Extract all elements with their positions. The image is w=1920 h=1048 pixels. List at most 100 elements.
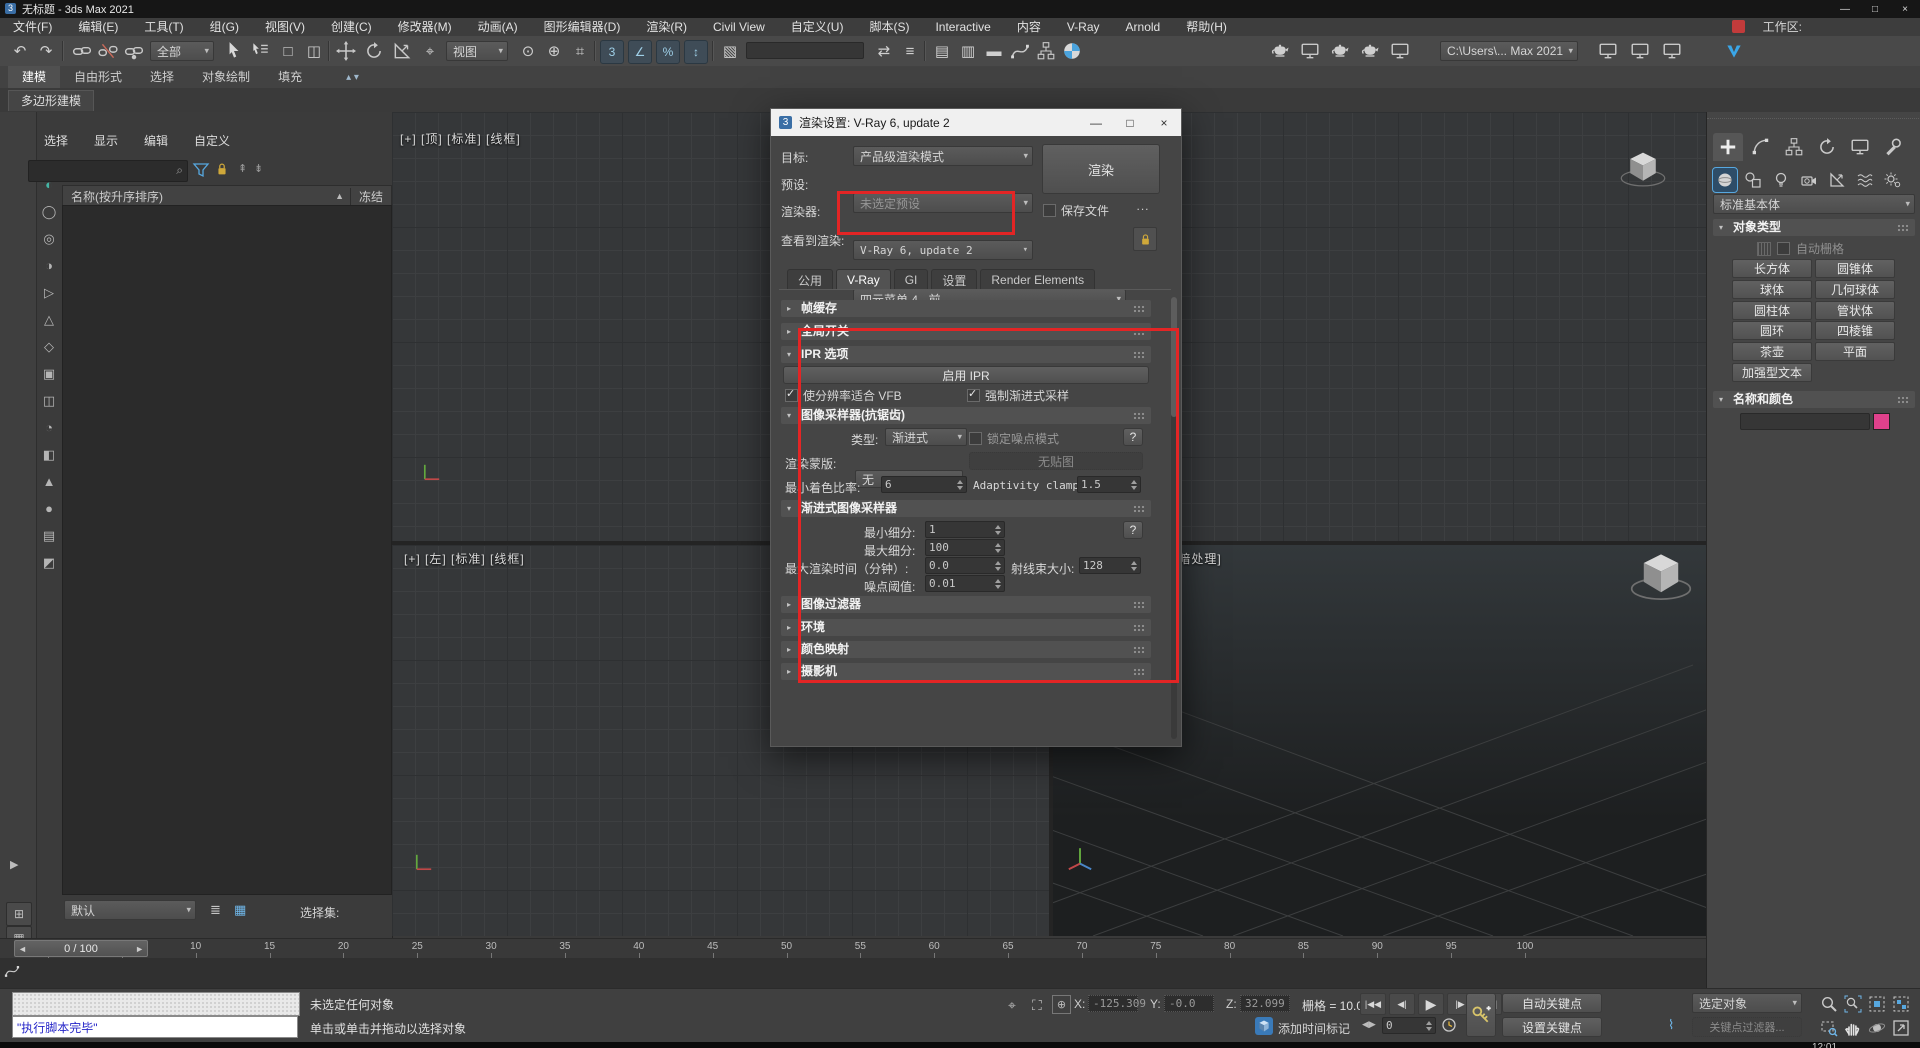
object-button-管状体[interactable]: 管状体 [1815,301,1895,320]
ray-bundle-field[interactable]: 128 [1079,557,1141,574]
maximize-button[interactable]: □ [1860,0,1890,18]
set-key-button[interactable]: 设置关键点 [1502,1017,1602,1037]
select-move-icon[interactable] [334,39,358,63]
select-rotate-icon[interactable] [362,39,386,63]
render-setup-dialog[interactable]: 3 渲染设置: V-Ray 6, update 2 —□× 目标: 产品级渲染模… [770,108,1182,747]
category-geometry[interactable] [1713,168,1737,192]
category-helpers[interactable] [1825,168,1849,192]
ribbon-tab-建模[interactable]: 建模 [8,66,60,88]
go-to-start-button[interactable]: |◀◀ [1360,993,1386,1015]
select-place-icon[interactable]: ⌖ [418,39,442,63]
explorer-find-icon[interactable]: ◐ [36,172,62,197]
undo-icon[interactable]: ↶ [8,39,32,63]
play-button[interactable]: ▶ [1418,993,1444,1015]
camera-rollout[interactable]: 摄影机 [781,663,1151,680]
key-mode-toggle-icon[interactable]: ◀▶ [1362,1019,1376,1030]
pan-icon[interactable] [1842,1017,1864,1039]
sampler-help-button[interactable]: ? [1123,428,1143,446]
select-scale-icon[interactable] [390,39,414,63]
maximize-viewport-icon[interactable] [1890,1017,1912,1039]
object-name-field[interactable] [1740,413,1870,430]
object-button-几何球体[interactable]: 几何球体 [1815,280,1895,299]
zoom-region-icon[interactable] [1818,1017,1840,1039]
dialog-tab-设置[interactable]: 设置 [931,269,977,290]
explorer-expand-icon[interactable]: ▶ [10,858,18,871]
state-set-icon-1[interactable] [1596,39,1620,63]
zoom-extents-icon[interactable] [1866,993,1888,1015]
explorer-new-icon[interactable]: ⊞ [6,902,32,926]
dialog-close-button[interactable]: × [1147,109,1181,136]
vray-toolbar-icon[interactable] [1722,39,1746,63]
set-keys-button[interactable] [1466,993,1496,1037]
project-path-dropdown[interactable]: C:\Users\... Max 2021 [1440,41,1578,61]
viewport-left-label[interactable]: [+] [左] [标准] [线框] [404,550,525,567]
material-editor-icon[interactable] [1060,39,1084,63]
object-button-圆柱体[interactable]: 圆柱体 [1732,301,1812,320]
menu-item[interactable]: 修改器(M) [385,18,465,36]
object-button-长方体[interactable]: 长方体 [1732,259,1812,278]
add-time-tag-label[interactable]: 添加时间标记 [1278,1020,1350,1037]
category-spacewarps[interactable] [1853,168,1877,192]
x-coordinate-field[interactable]: -125.309 [1088,995,1138,1012]
viewport-lock-icon[interactable] [1133,227,1157,251]
mirror-icon[interactable]: ⇄ [872,39,896,63]
progressive-sampler-rollout[interactable]: 渐进式图像采样器 [781,500,1151,517]
menu-item[interactable]: 视图(V) [252,18,318,36]
tab-create[interactable] [1713,133,1743,161]
filter-bones-icon[interactable]: ◔ [36,415,62,440]
explorer-layers-icon[interactable]: ≣ [210,902,221,918]
object-button-球体[interactable]: 球体 [1732,280,1812,299]
ribbon-tab-对象绘制[interactable]: 对象绘制 [188,66,264,88]
zoom-all-icon[interactable] [1842,993,1864,1015]
time-configuration-icon[interactable] [1440,1016,1458,1034]
name-column-header[interactable]: 名称(按升序排序) [63,188,163,205]
filter-lights-icon[interactable]: ◑ [36,253,62,278]
curve-editor-icon[interactable] [1008,39,1032,63]
enable-ipr-button[interactable]: 启用 IPR [783,366,1149,384]
render-production-icon[interactable] [1328,39,1352,63]
select-link-icon[interactable] [70,39,94,63]
mini-curve-editor-icon[interactable] [4,963,20,979]
selection-filter-dropdown[interactable]: 全部 [150,41,214,61]
orbit-icon[interactable] [1866,1017,1888,1039]
dialog-title-bar[interactable]: 3 渲染设置: V-Ray 6, update 2 —□× [771,109,1181,136]
preset-dropdown[interactable]: 未选定预设 [853,193,1033,213]
keyboard-override-icon[interactable]: ⌗ [568,39,592,63]
target-dropdown[interactable]: 产品级渲染模式 [853,146,1033,166]
minimize-button[interactable]: — [1830,0,1860,18]
close-button[interactable]: × [1890,0,1920,18]
adaptivity-field[interactable]: 1.5 [1077,476,1141,493]
dialog-tab-V-Ray[interactable]: V-Ray [836,269,891,290]
object-button-四棱锥[interactable]: 四棱锥 [1815,321,1895,340]
viewcube-widget-front[interactable] [1620,148,1666,188]
state-set-icon-3[interactable] [1660,39,1684,63]
render-button[interactable]: 渲染 [1042,144,1160,194]
explorer-object-list[interactable] [62,205,392,895]
dialog-tab-Render Elements[interactable]: Render Elements [980,269,1095,290]
align-icon[interactable]: ≡ [898,39,922,63]
previous-frame-button[interactable]: ◀| [1389,993,1415,1015]
window-crossing-icon[interactable]: ◫ [302,39,326,63]
maxscript-mini-listener-top[interactable] [12,992,300,1016]
min-shading-field[interactable]: 6 [881,476,967,493]
object-color-swatch[interactable] [1873,413,1890,430]
ribbon-subtab-polymodeling[interactable]: 多边形建模 [8,90,94,111]
save-file-checkbox[interactable] [1043,204,1056,217]
zoom-extents-all-icon[interactable] [1890,993,1912,1015]
explorer-next-icon[interactable]: ⇟ [254,162,263,175]
filter-materials-icon[interactable]: ▤ [36,523,62,548]
autogrid-checkbox[interactable] [1777,242,1790,255]
menu-item[interactable]: 编辑(E) [65,18,131,36]
category-lights[interactable] [1769,168,1793,192]
color-mapping-rollout[interactable]: 颜色映射 [781,641,1151,658]
selected-objects-dropdown[interactable]: 选定对象 [1692,993,1802,1013]
ribbon-tab-选择[interactable]: 选择 [136,66,188,88]
menu-item[interactable]: 创建(C) [318,18,385,36]
explorer-preset-dropdown[interactable]: 默认 [64,900,196,920]
edit-named-sets-icon[interactable]: ▧ [718,39,742,63]
ribbon-toggle-icon[interactable]: ▬ [982,39,1006,63]
y-coordinate-field[interactable]: -0.0 [1164,995,1214,1012]
ribbon-chevron-icon[interactable]: ▴ ▾ [346,72,359,83]
dialog-minimize-button[interactable]: — [1079,109,1113,136]
category-systems[interactable] [1881,168,1905,192]
